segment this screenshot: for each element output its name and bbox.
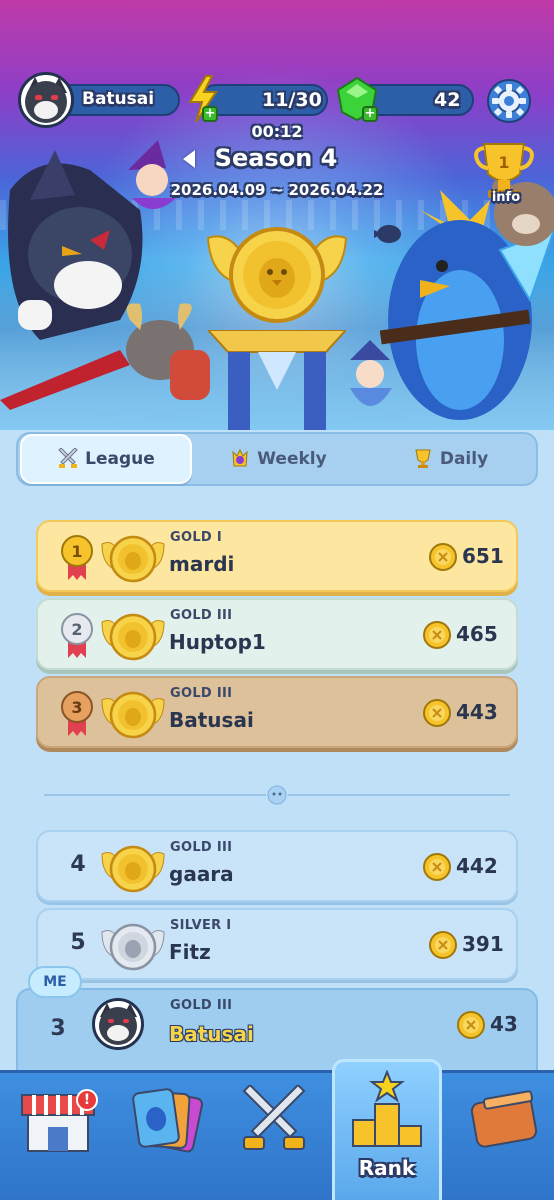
my-rank-row[interactable]: 3 GOLD III Batusai 43 bbox=[16, 988, 538, 1078]
leaderboard-row-1[interactable]: 1 GOLD I mardi 651 bbox=[36, 520, 518, 592]
my-tier-label: GOLD III bbox=[170, 998, 233, 1013]
weekly-badge-icon bbox=[232, 448, 248, 467]
my-score-value: 43 bbox=[490, 1012, 518, 1036]
trophy-pedestal bbox=[208, 330, 346, 430]
score-value: 651 bbox=[462, 544, 504, 568]
gold-tier-badge-icon bbox=[101, 691, 165, 739]
leaderboard-row-2[interactable]: 2 GOLD III Huptop1 465 bbox=[36, 598, 518, 670]
score-value: 442 bbox=[456, 854, 498, 878]
my-player-name: Batusai bbox=[169, 1022, 254, 1046]
my-avatar bbox=[92, 998, 144, 1050]
season-title: Season 4 bbox=[214, 144, 338, 172]
leaderboard-row-3[interactable]: 3 GOLD III Batusai 443 bbox=[36, 676, 518, 748]
nav-rank-label: Rank bbox=[358, 1156, 416, 1180]
coin-icon bbox=[423, 621, 451, 649]
bird-character bbox=[374, 225, 401, 243]
player-name: Batusai bbox=[82, 89, 155, 109]
energy-value: 11/30 bbox=[262, 89, 322, 111]
nav-rank[interactable]: Rank bbox=[332, 1059, 442, 1200]
silver-medal-icon: 2 bbox=[61, 613, 93, 658]
gem-value: 42 bbox=[434, 89, 461, 111]
my-rank-number: 3 bbox=[50, 1016, 66, 1041]
coin-icon bbox=[429, 543, 457, 571]
cards-icon bbox=[132, 1088, 204, 1153]
shop-notification-badge: ! bbox=[76, 1089, 98, 1111]
nav-battle[interactable] bbox=[224, 1085, 324, 1195]
tab-daily-label: Daily bbox=[439, 449, 489, 469]
trophy-rank-number: 1 bbox=[498, 153, 509, 172]
tab-league[interactable]: League bbox=[20, 434, 192, 484]
svg-text:1: 1 bbox=[71, 542, 82, 561]
info-label[interactable]: info bbox=[478, 190, 534, 205]
crossed-swords-icon bbox=[58, 448, 78, 468]
coin-icon bbox=[457, 1011, 485, 1039]
rank-number: 4 bbox=[70, 852, 86, 877]
player-avatar[interactable] bbox=[18, 72, 74, 128]
leaderboard-tabs: League Weekly Daily bbox=[16, 432, 538, 486]
svg-text:3: 3 bbox=[71, 698, 82, 717]
gold-tier-badge-icon bbox=[101, 613, 165, 661]
player-name: Fitz bbox=[169, 940, 211, 964]
tier-label: SILVER I bbox=[170, 918, 232, 933]
gold-league-emblem bbox=[206, 227, 348, 323]
tier-label: GOLD III bbox=[170, 840, 233, 855]
coin-icon bbox=[423, 853, 451, 881]
leaderboard-row-5[interactable]: 5 SILVER I Fitz 391 bbox=[36, 908, 518, 980]
nav-shop[interactable]: ! bbox=[8, 1085, 108, 1195]
coin-icon bbox=[429, 931, 457, 959]
player-name: Batusai bbox=[169, 708, 254, 732]
coin-icon bbox=[423, 699, 451, 727]
player-name: gaara bbox=[169, 862, 234, 886]
tab-weekly-label: Weekly bbox=[257, 449, 327, 469]
me-tag: ME bbox=[28, 966, 82, 998]
add-gems-icon[interactable]: + bbox=[362, 106, 378, 122]
player-name: Huptop1 bbox=[169, 630, 266, 654]
tab-league-label: League bbox=[85, 449, 155, 469]
silver-tier-badge-icon bbox=[101, 923, 165, 971]
podium-icon bbox=[352, 1070, 422, 1147]
trophy-icon bbox=[415, 449, 431, 468]
bronze-medal-icon: 3 bbox=[61, 691, 93, 736]
tier-label: GOLD III bbox=[170, 686, 233, 701]
gold-tier-badge-icon bbox=[101, 535, 165, 583]
tab-weekly[interactable]: Weekly bbox=[192, 434, 364, 484]
divider-penguin-icon bbox=[266, 784, 288, 806]
score-value: 465 bbox=[456, 622, 498, 646]
crossed-swords-icon bbox=[242, 1085, 306, 1150]
leaderboard-row-4[interactable]: 4 GOLD III gaara 442 bbox=[36, 830, 518, 902]
tier-label: GOLD III bbox=[170, 608, 233, 623]
tab-daily[interactable]: Daily bbox=[364, 434, 536, 484]
nav-inventory[interactable] bbox=[452, 1085, 552, 1195]
gear-icon[interactable] bbox=[486, 78, 532, 124]
bottom-navigation: ! Rank bbox=[0, 1059, 554, 1200]
player-name: mardi bbox=[169, 552, 235, 576]
rank-number: 5 bbox=[70, 930, 86, 955]
tier-label: GOLD I bbox=[170, 530, 222, 545]
score-value: 391 bbox=[462, 932, 504, 956]
gold-tier-badge-icon bbox=[101, 845, 165, 893]
add-energy-icon[interactable]: + bbox=[202, 106, 218, 122]
gold-medal-icon: 1 bbox=[61, 535, 93, 580]
season-banner bbox=[0, 0, 554, 430]
mage-character bbox=[350, 340, 392, 406]
score-value: 443 bbox=[456, 700, 498, 724]
top-status-bar: Batusai + 11/30 + 42 bbox=[0, 72, 554, 128]
nav-cards[interactable] bbox=[116, 1085, 216, 1195]
previous-season-arrow-icon[interactable] bbox=[183, 150, 195, 168]
wallet-icon bbox=[470, 1090, 538, 1148]
svg-text:2: 2 bbox=[71, 620, 82, 639]
